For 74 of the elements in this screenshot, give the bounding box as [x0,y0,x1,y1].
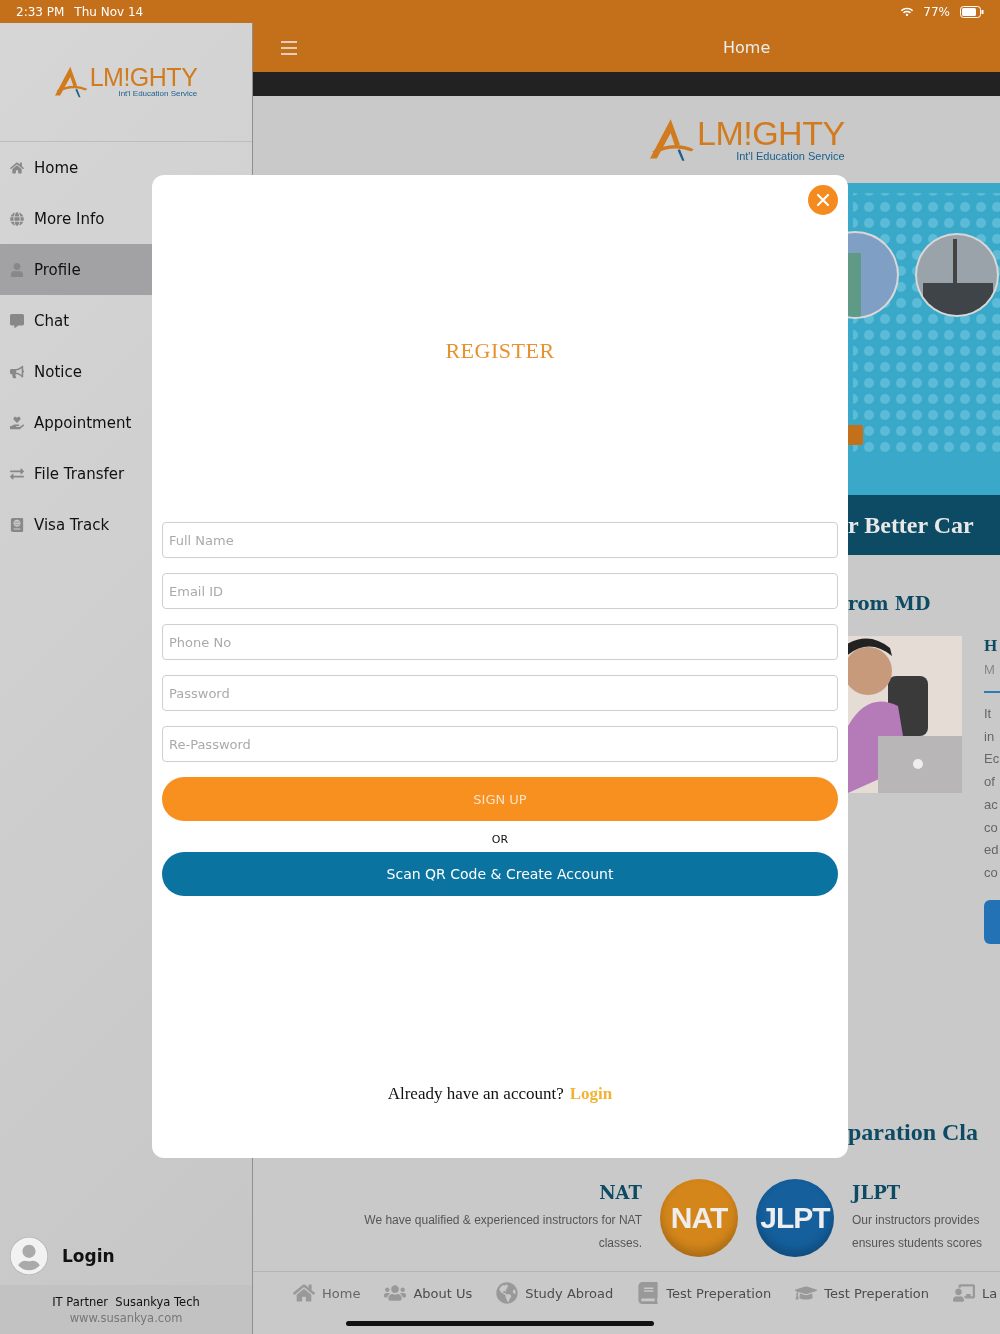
course-badge: NAT [660,1179,738,1257]
exchange-icon [10,466,24,481]
scan-qr-button[interactable]: Scan QR Code & Create Account [162,852,838,896]
tab-bar-item[interactable]: Test Preperation [795,1282,930,1304]
input-field[interactable]: Full Name [162,522,838,558]
message-text: co [984,863,999,882]
teacher-icon [953,1282,976,1304]
tab-bar-item[interactable]: Test Preperation [637,1282,772,1304]
globe-icon [10,211,24,226]
people-icon [384,1282,407,1304]
wifi-icon [901,5,914,18]
course-description: Our instructors provides [852,1211,980,1229]
passport-icon [10,517,24,532]
input-field[interactable]: Email ID [162,573,838,609]
login-link[interactable]: Login [62,1246,115,1266]
section-heading: paration Cla [848,1119,978,1146]
status-time: 2:33 PM [16,4,65,19]
logo-name: LM!GHTY [89,65,198,91]
course-description: classes. [598,1234,642,1252]
battery-percent: 77% [923,4,950,19]
input-field[interactable]: Phone No [162,624,838,660]
sidebar-item[interactable]: Chat [0,295,252,346]
separator-text: OR [491,833,509,846]
input-field[interactable]: Password [162,675,838,711]
dialog-title: REGISTER [445,338,555,365]
read-more-button[interactable] [984,899,1000,944]
message-text: It [984,705,993,723]
hand-icon [10,415,24,430]
chat-icon [10,313,24,328]
tab-bar-item[interactable]: La [953,1282,998,1304]
message-text: ac [984,795,999,814]
sidebar-item[interactable]: Notice [0,346,252,397]
person-icon [10,262,24,277]
avatar-icon [10,1237,48,1275]
tab-bar-item[interactable]: About Us [384,1282,473,1304]
logo-name: LM!GHTY [697,116,845,151]
course-badge: JLPT [756,1179,834,1257]
section-heading: rom MD [848,593,932,614]
logo-tagline: Int'l Education Service [736,150,845,163]
status-date: Thu Nov 14 [74,4,144,19]
tab-bar-item[interactable]: Home [293,1282,361,1304]
website-url: www.susankya.com [69,1310,183,1325]
home-icon [10,160,24,175]
tagline-text: r Better Car [848,511,974,539]
close-button[interactable] [808,185,838,215]
close-icon [816,193,830,207]
sidebar-item[interactable]: File Transfer [0,448,252,499]
partner-text: IT Partner Susankya Tech [52,1294,200,1309]
message-text: in [984,727,996,746]
sidebar-item[interactable]: More Info [0,193,252,244]
logo-tagline: Int'l Education Service [118,90,198,99]
message-text: of [984,773,996,792]
menu-icon[interactable] [281,40,297,55]
course-description: ensures students scores [852,1234,983,1252]
message-text: co [984,818,999,837]
sidebar-item[interactable]: Home [0,142,252,193]
message-text: Ec [984,750,1000,769]
course-title: JLPT [852,1181,901,1203]
globe-icon [496,1282,519,1304]
home-icon [293,1282,315,1304]
sidebar-item[interactable]: Appointment [0,397,252,448]
course-title: NAT [599,1181,642,1203]
megaphone-icon [10,364,24,379]
input-field[interactable]: Re-Password [162,726,838,762]
battery-icon [960,5,984,18]
account-prompt: Already have an account? [387,1084,564,1103]
person-role: M [984,662,996,677]
course-description: We have qualified & experienced instructors for NAT [364,1211,642,1229]
tab-bar-item[interactable]: Study Abroad [496,1282,614,1304]
message-text: ed [984,841,1000,860]
book-icon [637,1282,660,1304]
logo-mark-icon [54,65,89,99]
header-title: Home [723,38,771,57]
person-name: H [984,636,999,656]
